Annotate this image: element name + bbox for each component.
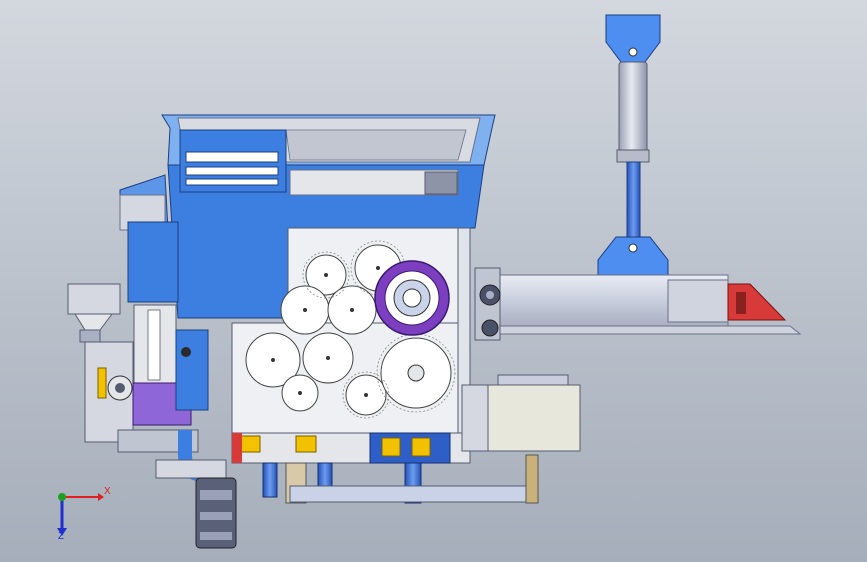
cad-viewport[interactable]: X Z (0, 0, 867, 562)
side-tank (487, 384, 581, 452)
z-axis-label: Z (58, 531, 65, 542)
machine-assembly-drawing (57, 14, 802, 549)
x-axis-label: X (104, 486, 111, 497)
coordinate-triad-icon (57, 493, 104, 536)
lift-cylinder (618, 61, 648, 161)
hopper-arm-assembly (474, 14, 802, 341)
piston-rod (626, 161, 641, 238)
